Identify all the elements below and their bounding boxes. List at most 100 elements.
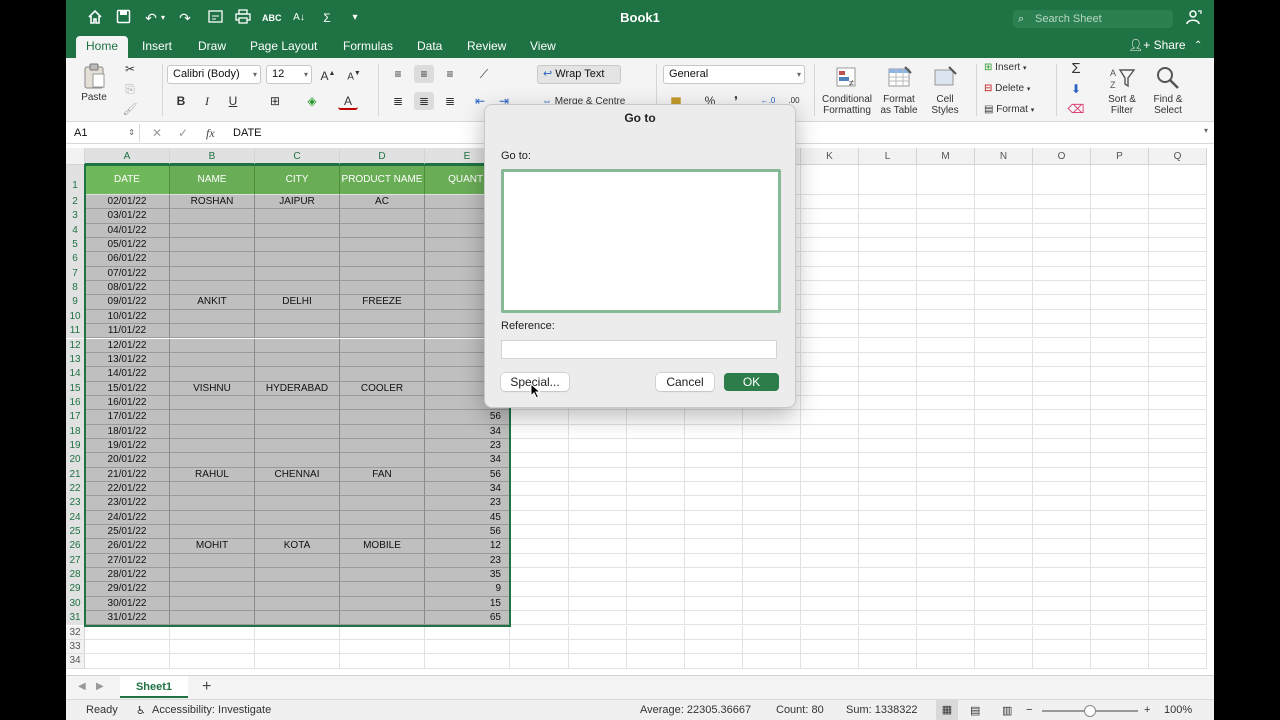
empty-cell[interactable] (569, 496, 627, 511)
page-break-view-icon[interactable]: ▥ (1002, 704, 1012, 717)
table-cell[interactable] (255, 281, 340, 296)
table-cell[interactable] (170, 510, 255, 526)
empty-cell[interactable] (569, 482, 627, 497)
empty-cell[interactable] (743, 525, 801, 540)
empty-cell[interactable] (743, 568, 801, 583)
empty-cell[interactable] (627, 596, 685, 612)
empty-cell[interactable] (1033, 266, 1091, 282)
empty-cell[interactable] (743, 438, 801, 454)
row-header[interactable]: 22 (66, 482, 85, 497)
empty-cell[interactable] (917, 453, 975, 468)
empty-cell[interactable] (1149, 266, 1207, 282)
row-header[interactable]: 3 (66, 209, 85, 224)
table-cell[interactable]: 21/01/22 (85, 467, 170, 482)
row-header[interactable]: 17 (66, 410, 85, 425)
tab-review[interactable]: Review (457, 36, 516, 58)
empty-cell[interactable] (801, 252, 859, 267)
empty-cell[interactable] (975, 553, 1033, 569)
empty-cell[interactable] (1033, 539, 1091, 554)
empty-cell[interactable] (1091, 596, 1149, 612)
table-cell[interactable] (170, 496, 255, 511)
chevron-down-icon[interactable]: ▾ (154, 9, 172, 27)
empty-cell[interactable] (1091, 438, 1149, 454)
empty-cell[interactable] (801, 568, 859, 583)
empty-cell[interactable] (859, 568, 917, 583)
empty-cell[interactable] (975, 568, 1033, 583)
empty-cell[interactable] (917, 482, 975, 497)
row-header[interactable]: 14 (66, 367, 85, 382)
table-cell[interactable] (340, 209, 425, 224)
table-cell[interactable]: VISHNU (170, 381, 255, 396)
empty-cell[interactable] (685, 596, 743, 612)
empty-cell[interactable] (1091, 582, 1149, 597)
table-cell[interactable] (170, 281, 255, 296)
table-cell[interactable]: COOLER (340, 381, 425, 396)
table-cell[interactable]: 25/01/22 (85, 525, 170, 540)
cut-icon[interactable]: ✂ (120, 60, 140, 78)
empty-cell[interactable] (859, 438, 917, 454)
normal-view-icon[interactable]: ▦ (936, 700, 958, 720)
empty-cell[interactable] (859, 596, 917, 612)
table-cell[interactable] (255, 424, 340, 439)
underline-icon[interactable]: U (223, 92, 243, 110)
empty-cell[interactable] (510, 639, 569, 655)
accessibility-status[interactable]: Accessibility: Investigate (152, 704, 271, 716)
row-header[interactable]: 13 (66, 352, 85, 368)
empty-cell[interactable] (627, 438, 685, 454)
table-cell[interactable]: 23 (425, 553, 510, 569)
spelling-icon[interactable]: ABC (262, 9, 282, 27)
empty-cell[interactable] (1033, 367, 1091, 382)
empty-cell[interactable] (917, 625, 975, 640)
empty-cell[interactable] (1033, 654, 1091, 669)
row-header[interactable]: 5 (66, 238, 85, 253)
table-cell[interactable] (170, 324, 255, 339)
zoom-level[interactable]: 100% (1164, 704, 1192, 716)
empty-cell[interactable] (743, 553, 801, 569)
accessibility-icon[interactable]: ♿︎ (136, 704, 146, 717)
empty-cell[interactable] (1149, 539, 1207, 554)
row-header[interactable]: 23 (66, 496, 85, 511)
empty-cell[interactable] (627, 496, 685, 511)
empty-cell[interactable] (859, 395, 917, 411)
empty-cell[interactable] (685, 539, 743, 554)
empty-cell[interactable] (425, 654, 510, 669)
column-header[interactable]: L (859, 148, 917, 165)
table-cell[interactable] (170, 395, 255, 411)
table-cell[interactable]: 23 (425, 438, 510, 454)
empty-cell[interactable] (685, 438, 743, 454)
table-cell[interactable] (340, 438, 425, 454)
redo-icon[interactable]: ↷ (176, 9, 194, 27)
row-header[interactable]: 19 (66, 438, 85, 454)
table-cell[interactable]: 56 (425, 410, 510, 425)
empty-cell[interactable] (569, 568, 627, 583)
empty-cell[interactable] (743, 496, 801, 511)
table-cell[interactable] (255, 338, 340, 353)
empty-cell[interactable] (801, 525, 859, 540)
table-cell[interactable]: JAIPUR (255, 195, 340, 210)
fill-icon[interactable]: ⬇ (1066, 80, 1086, 98)
expand-formula-icon[interactable]: ▾ (1204, 126, 1208, 135)
empty-cell[interactable] (859, 165, 917, 195)
empty-cell[interactable] (801, 553, 859, 569)
table-cell[interactable]: KOTA (255, 539, 340, 554)
empty-cell[interactable] (801, 596, 859, 612)
row-header[interactable]: 34 (66, 654, 85, 669)
empty-cell[interactable] (1149, 625, 1207, 640)
table-cell[interactable]: 35 (425, 568, 510, 583)
empty-cell[interactable] (1033, 324, 1091, 339)
formula-input[interactable]: DATE (233, 124, 262, 142)
table-cell[interactable]: 9 (425, 582, 510, 597)
empty-cell[interactable] (1149, 596, 1207, 612)
table-cell[interactable] (255, 252, 340, 267)
empty-cell[interactable] (801, 367, 859, 382)
row-header[interactable]: 24 (66, 510, 85, 526)
table-cell[interactable]: 17/01/22 (85, 410, 170, 425)
empty-cell[interactable] (975, 324, 1033, 339)
table-cell[interactable]: 10/01/22 (85, 309, 170, 325)
empty-cell[interactable] (975, 654, 1033, 669)
font-color-icon[interactable]: A (338, 92, 358, 110)
table-cell[interactable]: 09/01/22 (85, 295, 170, 310)
empty-cell[interactable] (510, 582, 569, 597)
empty-cell[interactable] (510, 453, 569, 468)
empty-cell[interactable] (975, 467, 1033, 482)
